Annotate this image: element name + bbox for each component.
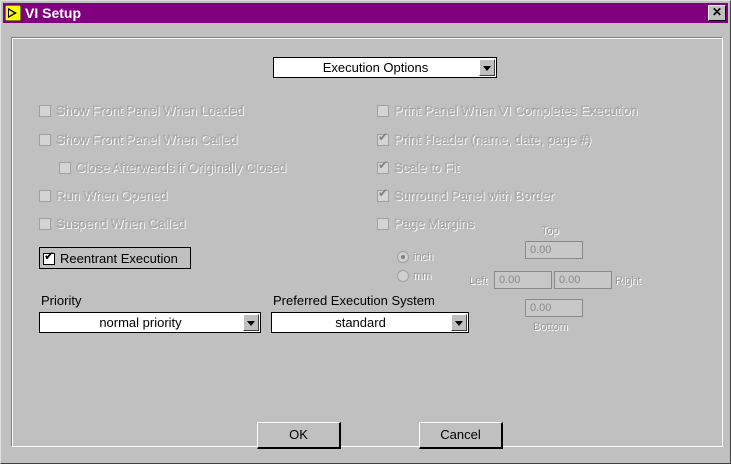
page-margins-checkbox[interactable]: Page Margins [377,216,474,231]
checkbox-box[interactable]: ✔ [377,157,389,174]
unit-inch-label: inch [413,251,434,263]
margin-right-label: Right [615,275,641,287]
checkbox-box[interactable]: ✔ [377,185,389,202]
radio-dot[interactable] [397,270,409,282]
vi-setup-window: VI Setup ✕ Execution Options Show Front … [0,0,731,464]
checkbox-box[interactable] [39,104,51,117]
margin-left-input[interactable]: 0.00 [494,271,552,289]
checkbox-label: Run When Opened [56,188,168,203]
run-when-opened-checkbox[interactable]: Run When Opened [39,188,167,203]
checkbox-box[interactable] [39,217,51,230]
chevron-down-icon[interactable] [243,314,259,331]
exec-system-selected: standard [335,315,386,330]
scale-to-fit-checkbox[interactable]: ✔ Scale to Fit [377,157,460,175]
checkbox-label: Show Front Panel When Called [56,132,238,147]
checkbox-box[interactable]: ✔ [43,248,55,265]
checkbox-label: Print Header (name, date, page #) [394,132,592,147]
unit-mm-radio[interactable]: mm [397,270,431,282]
title-bar[interactable]: VI Setup ✕ [3,3,728,23]
labview-vi-icon [5,5,21,21]
options-panel [11,37,723,447]
checkbox-label: Surround Panel with Border [394,188,554,203]
checkmark-icon: ✔ [378,185,389,200]
checkbox-label: Close Afterwards if Originally Closed [76,160,287,175]
priority-dropdown[interactable]: normal priority [39,312,261,333]
margin-bottom-label: Bottom [533,321,568,333]
priority-label: Priority [41,293,82,308]
show-front-panel-when-loaded-checkbox[interactable]: Show Front Panel When Loaded [39,103,244,118]
margin-right-input[interactable]: 0.00 [554,271,612,289]
category-selected: Execution Options [322,60,429,75]
checkbox-box[interactable] [59,161,71,174]
checkbox-label: Page Margins [394,216,475,231]
close-button[interactable]: ✕ [708,5,726,21]
checkmark-icon: ✔ [378,157,389,172]
window-title: VI Setup [25,5,82,21]
close-afterwards-checkbox[interactable]: Close Afterwards if Originally Closed [59,160,286,175]
cancel-button[interactable]: Cancel [419,422,503,449]
checkbox-box[interactable] [39,189,51,202]
show-front-panel-when-called-checkbox[interactable]: Show Front Panel When Called [39,132,238,147]
checkbox-box[interactable] [377,217,389,230]
surround-panel-border-checkbox[interactable]: ✔ Surround Panel with Border [377,185,554,203]
ok-button[interactable]: OK [257,422,341,449]
checkbox-label: Reentrant Execution [60,251,178,266]
checkmark-icon: ✔ [378,129,389,144]
checkbox-label: Print Panel When VI Completes Execution [394,103,638,118]
close-icon: ✕ [711,5,723,19]
margin-bottom-input[interactable]: 0.00 [525,299,583,317]
unit-mm-label: mm [413,270,432,282]
margin-top-label: Top [541,225,559,237]
chevron-down-icon[interactable] [451,314,467,331]
reentrant-execution-checkbox[interactable]: ✔ Reentrant Execution [43,248,178,266]
exec-system-label: Preferred Execution System [273,293,435,308]
checkbox-label: Suspend When Called [56,216,186,231]
print-header-checkbox[interactable]: ✔ Print Header (name, date, page #) [377,129,592,147]
checkbox-label: Show Front Panel When Loaded [56,103,244,118]
checkbox-box[interactable]: ✔ [377,129,389,146]
exec-system-dropdown[interactable]: standard [271,312,469,333]
checkmark-icon: ✔ [44,248,55,263]
suspend-when-called-checkbox[interactable]: Suspend When Called [39,216,186,231]
margin-top-input[interactable]: 0.00 [525,241,583,259]
checkbox-label: Scale to Fit [394,160,460,175]
unit-inch-radio[interactable]: inch [397,251,433,263]
checkbox-box[interactable] [377,104,389,117]
radio-dot[interactable] [397,251,409,263]
category-dropdown[interactable]: Execution Options [273,57,497,78]
checkbox-box[interactable] [39,133,51,146]
chevron-down-icon[interactable] [479,59,495,76]
margin-left-label: Left [469,275,488,287]
print-panel-checkbox[interactable]: Print Panel When VI Completes Execution [377,103,638,118]
priority-selected: normal priority [99,315,182,330]
